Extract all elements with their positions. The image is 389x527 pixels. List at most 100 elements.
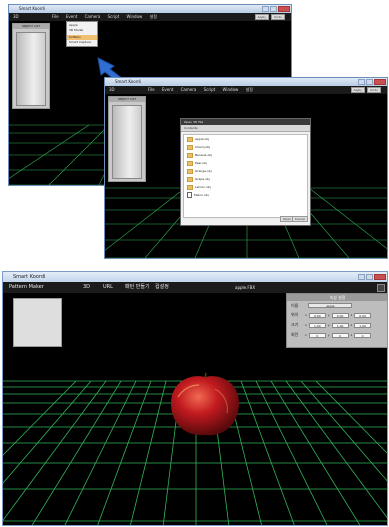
back-window-controls — [262, 6, 290, 12]
list-item[interactable]: Lemon.obj — [184, 183, 307, 191]
object-list-label: OBJECT LIST — [13, 24, 49, 29]
position-x-field[interactable]: 0.00 — [308, 312, 326, 318]
scale-label: 크기 — [291, 322, 299, 327]
main-window-title: Smart Koordi — [13, 274, 46, 280]
minimize-button[interactable] — [358, 79, 365, 85]
menu-item-window[interactable]: Window — [127, 14, 143, 19]
list-item[interactable]: Grape.obj — [184, 175, 307, 183]
menu-item-make-pattern[interactable]: 패턴 만들기 — [125, 282, 150, 293]
folder-icon — [187, 184, 193, 190]
position-row: 위치 x 0.00 y 0.00 z 0.00 — [287, 310, 387, 320]
scale-z-field[interactable]: 1.00 — [354, 322, 372, 328]
undo-button[interactable]: Undo — [271, 14, 285, 20]
minimize-button[interactable] — [262, 6, 269, 12]
scale-x-field[interactable]: 1.00 — [308, 322, 326, 328]
open-file-dialog: Open 3D File Contents Apple.obj Cherry.o… — [180, 118, 311, 226]
x-label: x — [305, 323, 307, 327]
maximize-button[interactable] — [366, 79, 373, 85]
list-item[interactable]: Pear.obj — [184, 159, 307, 167]
front-app-window: Smart Koordi 3D File Event Camera Script… — [104, 77, 388, 259]
object-thumbnail[interactable] — [13, 298, 62, 347]
menu-item-event[interactable]: Event — [162, 87, 173, 92]
close-button[interactable] — [278, 6, 290, 12]
menu-item-3d[interactable]: 3D — [83, 282, 90, 293]
z-label: z — [350, 313, 353, 317]
menu-item-file[interactable]: File — [52, 14, 59, 19]
position-label: 위치 — [291, 312, 299, 317]
list-item[interactable]: Banana.obj — [184, 151, 307, 159]
menu-item-file[interactable]: File — [148, 87, 155, 92]
rotation-z-field[interactable]: 0 — [354, 332, 372, 338]
menu-item-url[interactable]: URL — [103, 282, 113, 293]
folder-icon — [187, 160, 193, 166]
back-window-titlebar: Smart Koordi — [9, 5, 291, 13]
name-row: 이름 apple — [287, 301, 387, 310]
name-field[interactable]: apple — [308, 303, 353, 308]
list-item[interactable]: Orange.obj — [184, 167, 307, 175]
file-list: Apple.obj Cherry.obj Banana.obj Pear.obj… — [183, 134, 308, 218]
menu-item-settings[interactable]: 설정 — [246, 87, 253, 92]
file-dropdown-menu: Apple 3D Model Softskin Smart Capture — [66, 21, 98, 47]
main-window-controls — [358, 274, 386, 280]
menu-item-script[interactable]: Script — [108, 14, 120, 19]
list-item[interactable]: Melon.obj — [184, 191, 307, 199]
dropdown-item-smart-capture[interactable]: Smart Capture — [67, 40, 97, 45]
front-window-titlebar: Smart Koordi — [105, 78, 387, 86]
close-button[interactable] — [374, 79, 386, 85]
apple-model[interactable] — [171, 372, 239, 436]
menu-item-camera[interactable]: Camera — [85, 14, 101, 19]
x-label: x — [305, 333, 307, 337]
menu-item-camera[interactable]: Camera — [181, 87, 197, 92]
object-list-label: OBJECT LIST — [109, 97, 145, 102]
properties-panel: 속성 설정 이름 apple 위치 x 0.00 y 0.00 z 0.00 크… — [286, 293, 387, 348]
dialog-cancel-button[interactable]: Cancel — [291, 216, 308, 222]
main-window-titlebar: Smart Koordi — [3, 272, 387, 282]
list-item[interactable]: Apple.obj — [184, 135, 307, 143]
list-item[interactable]: Cherry.obj — [184, 143, 307, 151]
folder-icon — [187, 152, 193, 158]
x-label: x — [305, 313, 307, 317]
name-label: 이름 — [291, 302, 299, 308]
undo-button[interactable]: Undo — [367, 87, 381, 93]
front-window-title: Smart Koordi — [115, 79, 141, 84]
scale-y-field[interactable]: 1.00 — [331, 322, 349, 328]
menu-item-3d[interactable]: 3D — [13, 14, 19, 19]
menu-item-event[interactable]: Event — [66, 14, 77, 19]
main-app-window: Smart Koordi Pattern Maker 3D URL 패턴 만들기… — [2, 271, 388, 526]
scale-row: 크기 x 1.00 y 1.00 z 1.00 — [287, 320, 387, 330]
panel-toggle-icon[interactable] — [377, 284, 385, 292]
rotation-y-field[interactable]: 0 — [331, 332, 349, 338]
maximize-button[interactable] — [270, 6, 277, 12]
y-label: y — [327, 333, 330, 337]
y-label: y — [327, 323, 330, 327]
minimize-button[interactable] — [358, 274, 365, 280]
back-window-title: Smart Koordi — [19, 6, 45, 11]
close-button[interactable] — [374, 274, 386, 280]
menu-item-pattern-maker[interactable]: Pattern Maker — [9, 282, 44, 293]
z-label: z — [350, 323, 353, 327]
position-z-field[interactable]: 0.00 — [354, 312, 372, 318]
folder-icon — [187, 136, 193, 142]
position-y-field[interactable]: 0.00 — [331, 312, 349, 318]
menu-item-cup-settings[interactable]: 컵설정 — [155, 282, 169, 293]
main-window-menubar: Pattern Maker 3D URL 패턴 만들기 컵설정 apple.FB… — [3, 282, 387, 293]
apply-button[interactable]: Apply — [350, 87, 365, 93]
back-window-menubar: 3D File Event Camera Script Window 설정 — [9, 13, 291, 21]
z-label: z — [350, 333, 353, 337]
front-window-controls — [358, 79, 386, 85]
y-label: y — [327, 313, 330, 317]
front-window-menubar: 3D File Event Camera Script Window 설정 — [105, 86, 387, 94]
rotation-label: 회전 — [291, 332, 299, 337]
file-icon — [187, 192, 192, 198]
rotation-x-field[interactable]: 0 — [308, 332, 326, 338]
maximize-button[interactable] — [366, 274, 373, 280]
properties-title: 속성 설정 — [287, 294, 387, 301]
object-filename: apple.FBX — [235, 285, 256, 290]
folder-icon — [187, 176, 193, 182]
menu-item-window[interactable]: Window — [223, 87, 239, 92]
menu-item-script[interactable]: Script — [204, 87, 216, 92]
menu-item-3d[interactable]: 3D — [109, 87, 115, 92]
dialog-path[interactable]: Contents — [181, 125, 310, 132]
apply-button[interactable]: Apply — [254, 14, 269, 20]
menu-item-settings[interactable]: 설정 — [150, 14, 157, 19]
